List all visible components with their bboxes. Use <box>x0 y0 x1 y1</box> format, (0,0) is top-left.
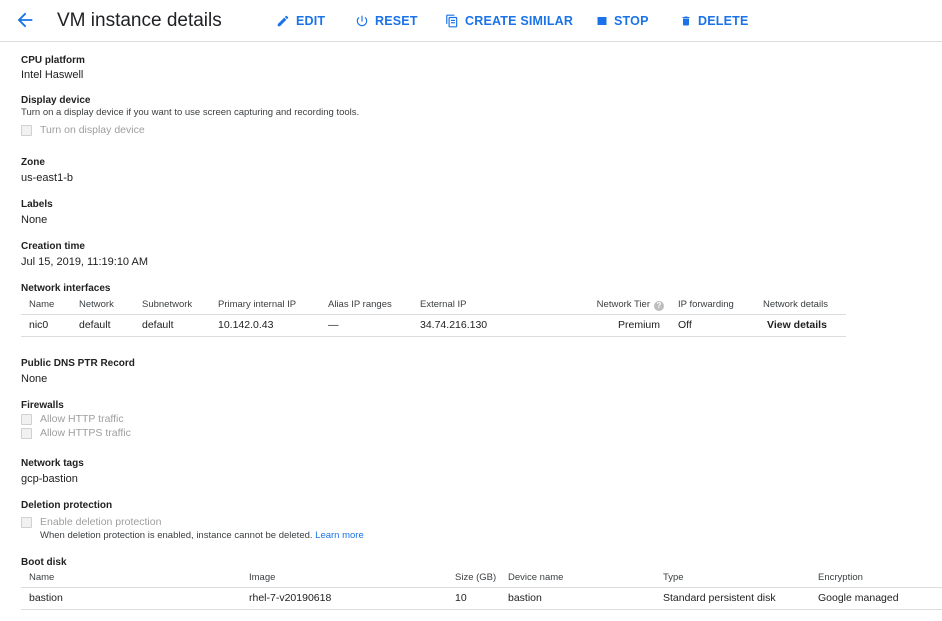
display-device-checkbox-label: Turn on display device <box>40 124 145 136</box>
zone-value: us-east1-b <box>21 172 73 184</box>
column-header: Network details <box>763 299 828 311</box>
boot-disk-type: Standard persistent disk <box>663 592 776 604</box>
stop-label: STOP <box>614 14 649 28</box>
allow-https-checkbox-row[interactable]: Allow HTTPS traffic <box>21 427 131 439</box>
deletion-protection-description: When deletion protection is enabled, ins… <box>40 530 313 541</box>
nic-ip-forwarding: Off <box>678 319 692 331</box>
allow-http-label: Allow HTTP traffic <box>40 413 124 425</box>
column-header: Alias IP ranges <box>328 299 392 311</box>
deletion-protection-checkbox[interactable] <box>21 516 32 528</box>
nic-alias-ip: — <box>328 319 339 331</box>
deletion-protection-checkbox-row[interactable]: Enable deletion protection <box>21 516 161 528</box>
network-interfaces-label: Network interfaces <box>21 283 111 294</box>
allow-http-checkbox[interactable] <box>21 413 32 425</box>
nic-external-ip: 34.74.216.130 <box>420 319 488 331</box>
nic-network-tier: Premium <box>617 319 660 331</box>
column-header: Encryption <box>818 572 863 584</box>
network-tags-value: gcp-bastion <box>21 473 78 485</box>
allow-https-checkbox[interactable] <box>21 427 32 439</box>
zone-label: Zone <box>21 157 45 168</box>
public-dns-value: None <box>21 373 48 385</box>
back-arrow-icon[interactable] <box>14 9 36 31</box>
firewalls-label: Firewalls <box>21 400 64 411</box>
column-header: Type <box>663 572 684 584</box>
view-details-link[interactable]: View details <box>767 319 827 331</box>
stop-square-icon <box>597 17 607 25</box>
boot-disk-encryption: Google managed <box>818 592 899 604</box>
boot-disk-table: Name Image Size (GB) Device name Type En… <box>21 569 942 610</box>
top-toolbar: VM instance details EDIT RESET CREATE SI… <box>0 0 942 42</box>
reset-label: RESET <box>375 14 418 28</box>
nic-name: nic0 <box>29 319 49 331</box>
column-header: Network Tier <box>596 298 650 310</box>
page-title: VM instance details <box>57 10 222 31</box>
reset-button[interactable]: RESET <box>355 12 418 30</box>
public-dns-label: Public DNS PTR Record <box>21 358 135 369</box>
create-similar-button[interactable]: CREATE SIMILAR <box>445 12 573 30</box>
delete-button[interactable]: DELETE <box>680 12 749 30</box>
column-header: Primary internal IP <box>218 299 297 311</box>
create-similar-label: CREATE SIMILAR <box>465 14 574 28</box>
deletion-protection-label: Deletion protection <box>21 500 113 511</box>
trash-icon <box>682 16 690 26</box>
stop-button[interactable]: STOP <box>596 12 649 30</box>
copy-icon <box>446 14 458 28</box>
boot-disk-name: bastion <box>29 592 63 604</box>
power-icon <box>356 15 368 27</box>
boot-disk-size: 10 <box>455 592 467 604</box>
creation-time-value: Jul 15, 2019, 11:19:10 AM <box>21 256 148 268</box>
column-header: Image <box>249 572 276 584</box>
creation-time-label: Creation time <box>21 241 85 252</box>
cpu-platform-label: CPU platform <box>21 55 85 66</box>
table-row: bastion rhel-7-v20190618 10 bastion Stan… <box>21 587 942 609</box>
boot-disk-header-row: Name Image Size (GB) Device name Type En… <box>21 569 942 587</box>
column-header: Name <box>29 299 55 311</box>
network-tags-label: Network tags <box>21 458 84 469</box>
boot-disk-image: rhel-7-v20190618 <box>249 592 332 604</box>
edit-label: EDIT <box>296 14 326 28</box>
allow-http-checkbox-row[interactable]: Allow HTTP traffic <box>21 413 124 425</box>
table-row: nic0 default default 10.142.0.43 — 34.74… <box>21 314 846 336</box>
display-device-description: Turn on a display device if you want to … <box>21 107 360 118</box>
boot-disk-label: Boot disk <box>21 557 67 568</box>
deletion-protection-checkbox-label: Enable deletion protection <box>40 516 162 528</box>
column-header: IP forwarding <box>678 299 734 311</box>
column-header: Size (GB) <box>455 572 497 584</box>
display-device-label: Display device <box>21 95 91 106</box>
display-device-checkbox[interactable] <box>21 124 32 136</box>
display-device-checkbox-row[interactable]: Turn on display device <box>21 124 145 136</box>
column-header: Name <box>29 572 55 584</box>
network-interfaces-table: Name Network Subnetwork Primary internal… <box>21 296 846 337</box>
learn-more-link[interactable]: Learn more <box>315 530 364 541</box>
cpu-platform-value: Intel Haswell <box>21 69 84 81</box>
network-interfaces-header-row: Name Network Subnetwork Primary internal… <box>21 296 846 314</box>
allow-https-label: Allow HTTPS traffic <box>40 427 131 439</box>
column-header: Network <box>79 299 114 311</box>
labels-label: Labels <box>21 199 53 210</box>
pencil-icon <box>277 15 289 27</box>
help-icon[interactable]: ? <box>654 300 664 311</box>
labels-value: None <box>21 214 48 226</box>
column-header: External IP <box>420 299 467 311</box>
nic-primary-ip: 10.142.0.43 <box>218 319 274 331</box>
column-header: Device name <box>508 572 564 584</box>
nic-subnetwork: default <box>142 319 174 331</box>
boot-disk-device-name: bastion <box>508 592 542 604</box>
delete-label: DELETE <box>698 14 749 28</box>
edit-button[interactable]: EDIT <box>276 12 325 30</box>
column-header: Subnetwork <box>142 299 193 311</box>
network-tier-header: Network Tier? <box>578 296 678 314</box>
deletion-protection-description-row: When deletion protection is enabled, ins… <box>40 530 364 541</box>
nic-network: default <box>79 319 111 331</box>
